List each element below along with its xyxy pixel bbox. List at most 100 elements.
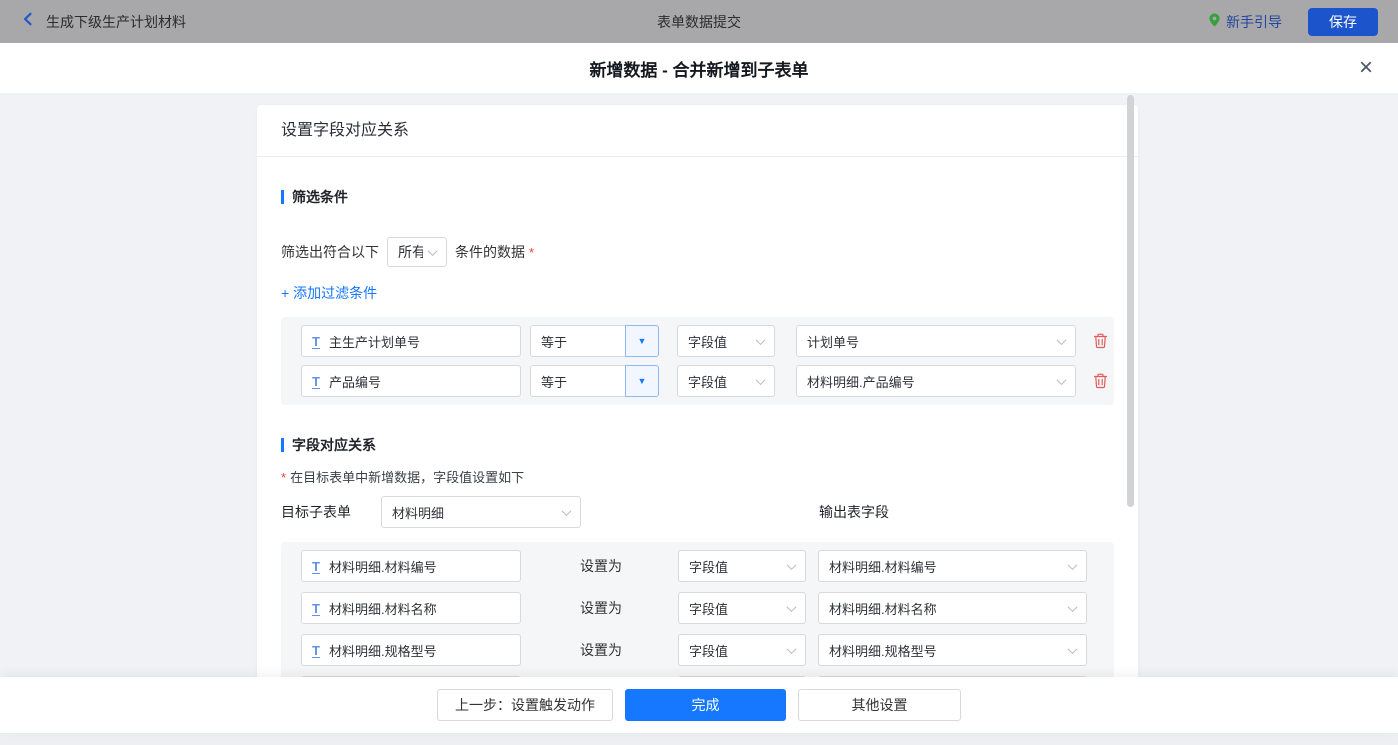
mapping-field-input[interactable]: T 材料明细.材料名称 — [301, 592, 521, 624]
filter-field-name: 产品编号 — [329, 372, 381, 391]
filter-value-select[interactable]: 材料明细.产品编号 — [796, 365, 1076, 397]
filter-value: 计划单号 — [807, 332, 859, 351]
chevron-down-icon — [1068, 560, 1078, 570]
section-marker — [281, 190, 284, 204]
output-field-select[interactable]: 材料明细.材料名称 — [818, 592, 1087, 624]
topbar-left: 生成下级生产计划材料 — [20, 11, 186, 32]
chevron-down-icon — [1057, 375, 1067, 385]
chevron-down-icon — [756, 335, 766, 345]
output-fields-label: 输出表字段 — [819, 502, 889, 522]
mapping-description: * 在目标表单中新增数据，字段值设置如下 — [281, 467, 1114, 486]
settings-card: 设置字段对应关系 筛选条件 筛选出符合以下 所有 条件的数据 * + 添加过滤条… — [257, 105, 1138, 677]
done-button[interactable]: 完成 — [625, 689, 786, 721]
mapping-row: T 材料明细.材料编号 设置为 字段值 材料明细.材料编号 — [301, 550, 1094, 582]
mapping-section-title: 字段对应关系 — [281, 435, 1114, 455]
text-field-icon: T — [312, 559, 320, 574]
chevron-down-icon — [787, 560, 797, 570]
output-field-select[interactable]: 材料明细.材料编号 — [818, 550, 1087, 582]
value-type-select[interactable]: 字段值 — [677, 325, 775, 357]
filter-scope-select[interactable]: 所有 — [387, 237, 447, 267]
filter-section-label: 筛选条件 — [292, 187, 348, 207]
mapping-row: T 材料明细.规格型号 设置为 字段值 材料明细.规格型号 — [301, 634, 1094, 666]
mapping-field-input[interactable]: T 材料明细.规格型号 — [301, 634, 521, 666]
value-type: 字段值 — [688, 372, 727, 391]
target-subform-select[interactable]: 材料明细 — [381, 496, 581, 528]
filter-value: 材料明细.产品编号 — [807, 372, 915, 391]
modal-footer: 上一步：设置触发动作 完成 其他设置 — [0, 677, 1398, 733]
mapping-rows-box: T 材料明细.材料编号 设置为 字段值 材料明细.材料编号 T 材料明细.材料名… — [281, 542, 1114, 677]
operator-value: 等于 — [530, 365, 626, 397]
save-button[interactable]: 保存 — [1308, 8, 1378, 36]
mapping-description-text: 在目标表单中新增数据，字段值设置如下 — [290, 470, 524, 485]
section-marker — [281, 438, 284, 452]
page-background-strip — [0, 733, 1398, 745]
mapping-field-input[interactable]: T 材料明细.材料编号 — [301, 550, 521, 582]
filter-row: T 产品编号 等于 ▼ 字段值 材料明细.产品编号 — [301, 365, 1094, 397]
caret-down-icon[interactable]: ▼ — [625, 365, 659, 397]
set-as-label: 设置为 — [580, 556, 622, 576]
card-title: 设置字段对应关系 — [257, 105, 1138, 157]
filter-field-input[interactable]: T 主生产计划单号 — [301, 325, 521, 357]
chevron-down-icon — [562, 506, 572, 516]
previous-step-button[interactable]: 上一步：设置触发动作 — [437, 689, 613, 721]
card-content: 筛选条件 筛选出符合以下 所有 条件的数据 * + 添加过滤条件 T 主生产计划… — [257, 187, 1138, 677]
output-field-value: 材料明细.材料名称 — [829, 599, 937, 618]
operator-select[interactable]: 等于 ▼ — [530, 365, 659, 397]
chevron-down-icon — [1057, 335, 1067, 345]
text-field-icon: T — [312, 643, 320, 658]
required-mark: * — [529, 245, 534, 260]
location-pin-icon — [1208, 12, 1221, 31]
value-type-select[interactable]: 字段值 — [678, 592, 806, 624]
chevron-down-icon — [787, 602, 797, 612]
beginner-guide-link[interactable]: 新手引导 — [1208, 12, 1282, 32]
chevron-down-icon — [787, 644, 797, 654]
operator-select[interactable]: 等于 ▼ — [530, 325, 659, 357]
output-field-value: 材料明细.规格型号 — [829, 641, 937, 660]
value-type: 字段值 — [688, 332, 727, 351]
filter-rows-box: T 主生产计划单号 等于 ▼ 字段值 计划单号 T 产品编号 — [281, 317, 1114, 405]
other-settings-button[interactable]: 其他设置 — [798, 689, 961, 721]
value-type-select[interactable]: 字段值 — [677, 365, 775, 397]
topbar: 生成下级生产计划材料 表单数据提交 新手引导 保存 — [0, 0, 1398, 43]
target-subform-label: 目标子表单 — [281, 502, 351, 522]
value-type-select[interactable]: 字段值 — [678, 550, 806, 582]
mapping-section-label: 字段对应关系 — [292, 435, 376, 455]
required-mark: * — [281, 470, 286, 485]
value-type: 字段值 — [689, 641, 728, 660]
text-field-icon: T — [312, 374, 320, 389]
filter-field-input[interactable]: T 产品编号 — [301, 365, 521, 397]
mapping-field-name: 材料明细.规格型号 — [329, 641, 437, 660]
caret-down-icon[interactable]: ▼ — [625, 325, 659, 357]
chevron-down-icon — [756, 375, 766, 385]
operator-value: 等于 — [530, 325, 626, 357]
mapping-field-name: 材料明细.材料编号 — [329, 557, 437, 576]
chevron-down-icon — [1068, 644, 1078, 654]
add-filter-condition-link[interactable]: + 添加过滤条件 — [281, 283, 377, 303]
filter-condition-line: 筛选出符合以下 所有 条件的数据 * — [281, 237, 1114, 267]
beginner-guide-label: 新手引导 — [1226, 12, 1282, 32]
filter-section-title: 筛选条件 — [281, 187, 1114, 207]
set-as-label: 设置为 — [580, 598, 622, 618]
filter-value-select[interactable]: 计划单号 — [796, 325, 1076, 357]
set-as-label: 设置为 — [580, 640, 622, 660]
chevron-down-icon — [428, 246, 438, 256]
text-field-icon: T — [312, 601, 320, 616]
text-field-icon: T — [312, 334, 320, 349]
filter-suffix-text: 条件的数据 — [455, 242, 525, 262]
scrollbar-thumb[interactable] — [1127, 95, 1134, 507]
chevron-down-icon — [1068, 602, 1078, 612]
mapping-row: T 材料明细.材料名称 设置为 字段值 材料明细.材料名称 — [301, 592, 1094, 624]
filter-row: T 主生产计划单号 等于 ▼ 字段值 计划单号 — [301, 325, 1094, 357]
filter-prefix-text: 筛选出符合以下 — [281, 242, 379, 262]
value-type-select[interactable]: 字段值 — [678, 634, 806, 666]
trash-icon[interactable] — [1093, 373, 1108, 389]
workflow-name: 生成下级生产计划材料 — [46, 12, 186, 32]
topbar-right: 新手引导 保存 — [1208, 8, 1378, 36]
output-field-select[interactable]: 材料明细.规格型号 — [818, 634, 1087, 666]
close-icon[interactable]: × — [1359, 56, 1373, 80]
back-button[interactable] — [20, 11, 36, 32]
modal-body: 设置字段对应关系 筛选条件 筛选出符合以下 所有 条件的数据 * + 添加过滤条… — [0, 93, 1398, 677]
target-subform-line: 目标子表单 材料明细 输出表字段 — [281, 496, 1114, 528]
modal-title: 新增数据 - 合并新增到子表单 — [589, 56, 808, 81]
trash-icon[interactable] — [1093, 333, 1108, 349]
